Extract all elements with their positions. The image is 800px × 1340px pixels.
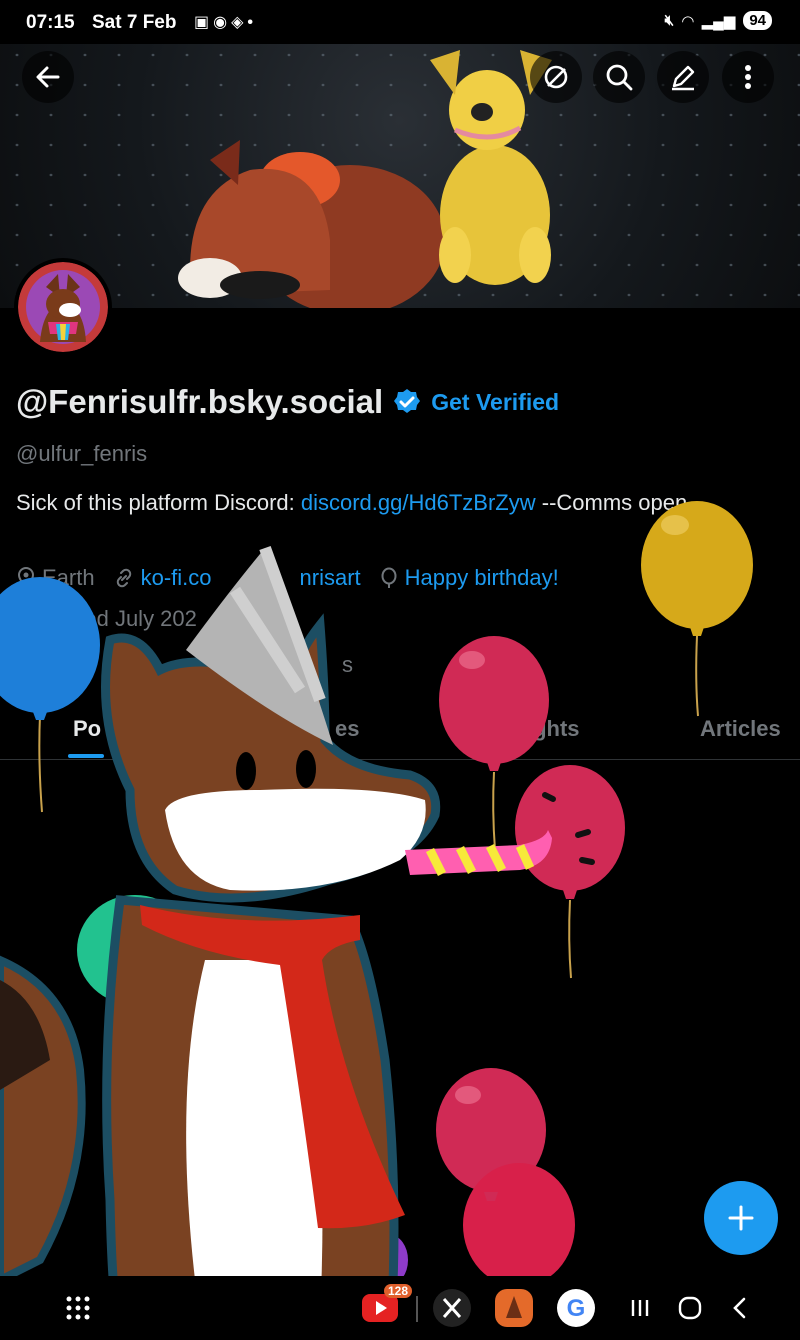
link-icon [116,568,131,588]
website-item[interactable]: ko-fi.co nrisart [113,565,361,591]
profile-name-row: @Fenrisulfr.bsky.social Get Verified [16,383,559,421]
tab-articles[interactable]: Articles [700,716,781,742]
x-icon[interactable] [432,1288,472,1328]
avatar[interactable] [14,258,112,356]
search-icon [606,64,633,91]
sketch-app-icon[interactable] [494,1288,534,1328]
status-date: Sat 7 Feb [92,12,177,33]
svg-text:G: G [567,1295,586,1322]
balloon-icon [381,567,397,588]
location-item: Earth [16,565,95,591]
bio-discord-link[interactable]: discord.gg/Hd6TzBrZyw [301,490,536,515]
mute-icon: 🔇︎ [664,12,675,29]
recents-icon[interactable] [620,1288,660,1328]
back-arrow-icon [36,66,60,88]
plus-icon [728,1205,754,1231]
sync-icon [544,65,568,89]
balloon-red-3 [436,1068,575,1287]
balloon-red-2 [515,765,625,979]
tab-replies[interactable]: es [335,716,359,742]
location-text: Earth [42,565,95,590]
profile-handle: @ulfur_fenris [16,441,148,466]
balloon-yellow [641,501,753,717]
youtube-badge: 128 [384,1284,413,1298]
system-taskbar: 128 G [0,1276,800,1340]
status-time: 07:15 [26,12,75,33]
bio-tail: --Comms open-- [535,490,702,515]
birthday-text: Happy birthday! [404,565,559,590]
wifi-icon: ◠ [682,12,694,30]
website-link-end[interactable]: nrisart [300,565,361,591]
google-icon[interactable]: G [556,1288,596,1328]
apps-grid-icon[interactable] [58,1288,98,1328]
sync-button[interactable] [530,51,582,103]
dot-icon: • [247,14,258,31]
verified-badge-icon[interactable] [393,388,421,416]
follow-counts[interactable]: 225 Foll s [16,652,353,678]
joined-text: Joined July 202 [44,606,197,631]
tab-posts[interactable]: Po [73,716,101,742]
tab-highlights[interactable]: Highlights [472,716,580,742]
more-button[interactable] [722,51,774,103]
more-vert-icon [745,65,751,89]
signal-icon: ▂▄▆ [701,12,736,30]
game-icon: ◈ [231,14,248,31]
display-name: @Fenrisulfr.bsky.social [16,383,384,420]
status-bar: 07:15 Sat 7 Feb ▣◉◈• 🔇︎ ◠ ▂▄▆ 94 [0,0,800,44]
profile-bio: Sick of this platform Discord: discord.g… [16,486,776,519]
profile-tabs: Po es Highlights Articles [0,702,800,760]
followers-label: Foll [58,652,95,677]
profile-meta: Earth ko-fi.co nrisart Happy birthday! [16,565,559,591]
back-icon[interactable] [720,1288,760,1328]
compose-fab[interactable] [704,1181,778,1255]
search-button[interactable] [593,51,645,103]
discord-icon: ◉ [213,14,232,31]
following-fragment: s [342,652,353,677]
screenshot-icon: ▣ [194,14,214,31]
bio-text: Sick of this platform Discord: [16,490,301,515]
website-link-start[interactable]: ko-fi.co [141,565,212,591]
active-tab-indicator [68,754,104,758]
notification-icons: ▣◉◈• [194,12,257,32]
home-icon[interactable] [670,1288,710,1328]
edit-icon [672,65,695,91]
battery-indicator: 94 [743,11,772,30]
edit-button[interactable] [657,51,709,103]
birthday-item: Happy birthday! [379,565,559,591]
balloon-green [77,895,193,1005]
taskbar-divider [416,1296,418,1322]
followers-count: 225 [16,652,53,677]
get-verified-link[interactable]: Get Verified [431,389,559,416]
back-button[interactable] [22,51,74,103]
location-pin-icon [17,567,35,589]
youtube-icon[interactable]: 128 [360,1284,413,1328]
calendar-icon [18,610,36,628]
joined-item: Joined July 202 [16,606,197,632]
